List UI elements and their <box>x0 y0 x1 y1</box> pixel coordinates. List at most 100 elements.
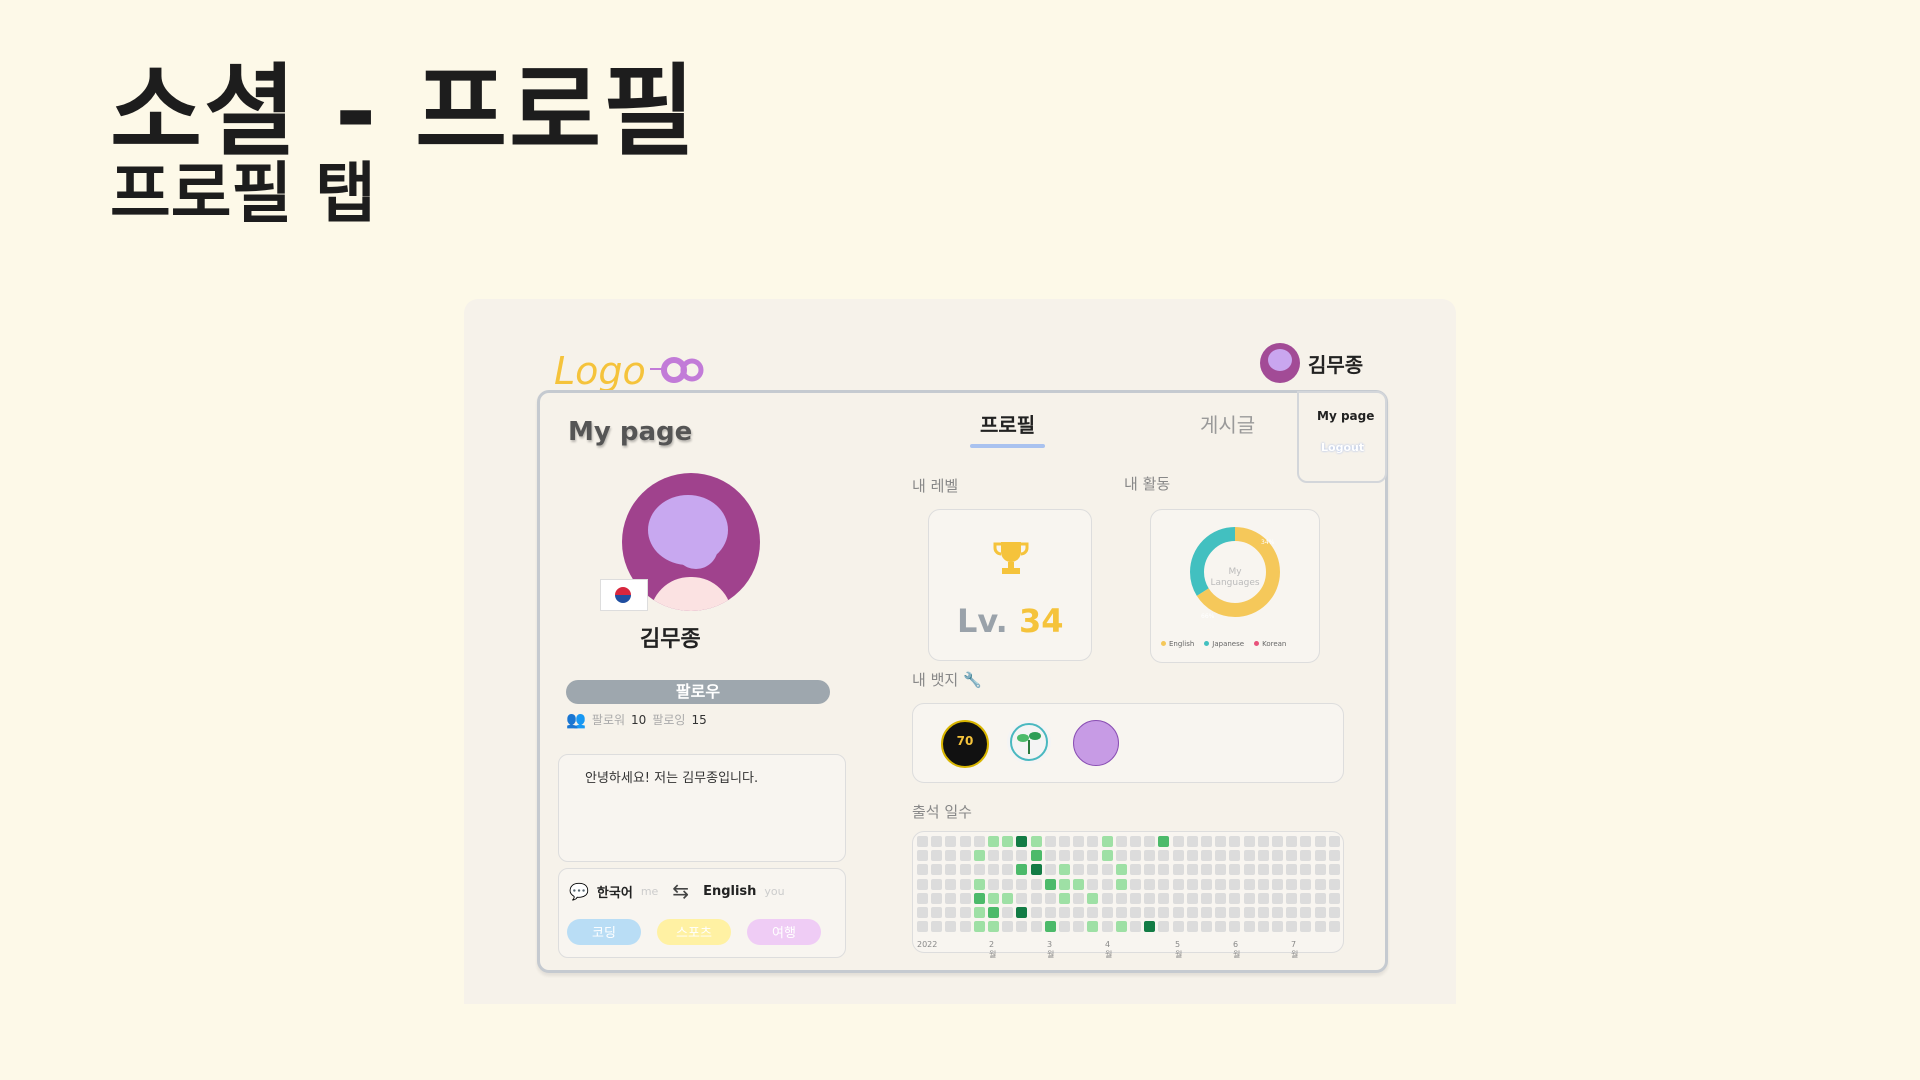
attendance-cell <box>1314 878 1326 890</box>
attendance-cell <box>931 836 943 847</box>
native-sub: me <box>640 884 659 898</box>
attendance-cell <box>1158 907 1170 918</box>
attendance-cell <box>1215 864 1227 876</box>
attendance-cell <box>1016 892 1028 904</box>
attendance-cell <box>1059 892 1070 904</box>
language-donut-chart: My Languages 34% 66% <box>1190 527 1280 620</box>
attendance-cell <box>973 892 985 904</box>
user-name: 김무종 <box>1308 352 1364 377</box>
attendance-cell <box>1059 878 1070 890</box>
attendance-cell <box>988 878 999 890</box>
attendance-cell <box>1101 836 1113 847</box>
level-value: 34 <box>1018 602 1064 640</box>
followers-label[interactable]: 팔로워 <box>592 711 625 728</box>
attendance-cell <box>931 892 943 904</box>
attendance-cell <box>1172 836 1184 847</box>
attendance-cell <box>917 907 928 918</box>
attendance-cell <box>1144 864 1156 876</box>
bio-box: 안녕하세요! 저는 김무종입니다. <box>558 754 846 862</box>
attendance-cell <box>1300 850 1312 862</box>
attendance-cell <box>1002 850 1014 862</box>
target-sub: you <box>764 884 785 898</box>
attendance-cell <box>1215 921 1227 933</box>
attendance-cell <box>1272 864 1283 876</box>
attendance-cell <box>1030 864 1042 876</box>
attendance-cell <box>988 836 999 847</box>
logo[interactable]: Logo <box>554 349 646 393</box>
attendance-cell <box>931 850 943 862</box>
attendance-cell <box>1030 892 1042 904</box>
attendance-cell <box>1257 864 1269 876</box>
interest-chip-sports[interactable]: 스포츠 <box>657 919 731 945</box>
attendance-cell <box>1115 850 1127 862</box>
attendance-cell <box>1201 921 1212 933</box>
dropdown-logout[interactable]: Logout <box>1321 441 1364 454</box>
attendance-cell <box>1272 878 1283 890</box>
bio-text: 안녕하세요! 저는 김무종입니다. <box>585 771 759 786</box>
attendance-cell <box>1257 921 1269 933</box>
attendance-cell <box>917 836 928 847</box>
attendance-cell <box>1229 907 1241 918</box>
attendance-cell <box>1158 921 1170 933</box>
attendance-cell <box>1229 921 1241 933</box>
attendance-cell <box>1044 921 1056 933</box>
attendance-cell <box>1016 850 1028 862</box>
attendance-cell <box>931 921 943 933</box>
attendance-cell <box>1073 864 1085 876</box>
user-menu[interactable]: 김무종 <box>1260 343 1363 383</box>
attendance-cell <box>917 864 928 876</box>
attendance-cell <box>1073 878 1085 890</box>
attendance-cell <box>1272 921 1283 933</box>
attendance-cell <box>1130 864 1141 876</box>
month-label: 2022 <box>917 940 938 949</box>
month-label: 6월 <box>1233 940 1241 959</box>
month-label: 2월 <box>989 940 997 959</box>
attendance-cell <box>1073 921 1085 933</box>
user-dropdown: My page Logout <box>1297 391 1387 483</box>
attendance-cell <box>1186 921 1198 933</box>
dropdown-mypage[interactable]: My page <box>1317 409 1374 423</box>
sprout-badge-icon[interactable] <box>1007 720 1051 764</box>
attendance-cell <box>931 907 943 918</box>
attendance-cell <box>1286 836 1298 847</box>
level-70-badge-icon[interactable]: 70 <box>941 720 989 768</box>
attendance-cell <box>1300 878 1312 890</box>
attendance-cell <box>1186 864 1198 876</box>
donut-legend: English Japanese Korean <box>1161 640 1286 648</box>
attendance-cell <box>1101 907 1113 918</box>
attendance-cell <box>988 892 999 904</box>
avatar[interactable] <box>1260 343 1300 383</box>
target-language: English <box>703 883 757 899</box>
attendance-cell <box>988 850 999 862</box>
attendance-cell <box>1115 878 1127 890</box>
attendance-cell <box>1300 836 1312 847</box>
attendance-cell <box>1257 878 1269 890</box>
attendance-cell <box>988 921 999 933</box>
attendance-cell <box>959 907 971 918</box>
tab-posts[interactable]: 게시글 <box>1200 409 1255 438</box>
month-label: 5월 <box>1175 940 1183 959</box>
interest-chip-coding[interactable]: 코딩 <box>567 919 641 945</box>
chat-icon: 💬 <box>569 881 589 901</box>
attendance-cell <box>1314 892 1326 904</box>
attendance-cell <box>1002 878 1014 890</box>
attendance-cell <box>1257 892 1269 904</box>
activity-box: My Languages 34% 66% English Japanese Kore… <box>1150 509 1320 663</box>
attendance-cell <box>1059 921 1070 933</box>
attendance-cell <box>1257 836 1269 847</box>
tab-profile[interactable]: 프로필 <box>969 409 1046 448</box>
follow-button[interactable]: 팔로우 <box>566 680 830 704</box>
korea-flag-icon <box>600 579 648 611</box>
attendance-cell <box>1030 907 1042 918</box>
attendance-cell <box>1144 921 1156 933</box>
attendance-cell <box>1328 907 1340 918</box>
attendance-cell <box>1314 907 1326 918</box>
interest-chip-travel[interactable]: 여행 <box>747 919 821 945</box>
attendance-cell <box>945 836 957 847</box>
people-icon: 👥 <box>566 710 586 729</box>
following-label[interactable]: 팔로잉 <box>652 711 685 728</box>
attendance-cell <box>1229 836 1241 847</box>
purple-badge-icon[interactable] <box>1073 720 1119 766</box>
wrench-icon[interactable]: 🔧 <box>963 671 982 689</box>
attendance-cell <box>1044 907 1056 918</box>
